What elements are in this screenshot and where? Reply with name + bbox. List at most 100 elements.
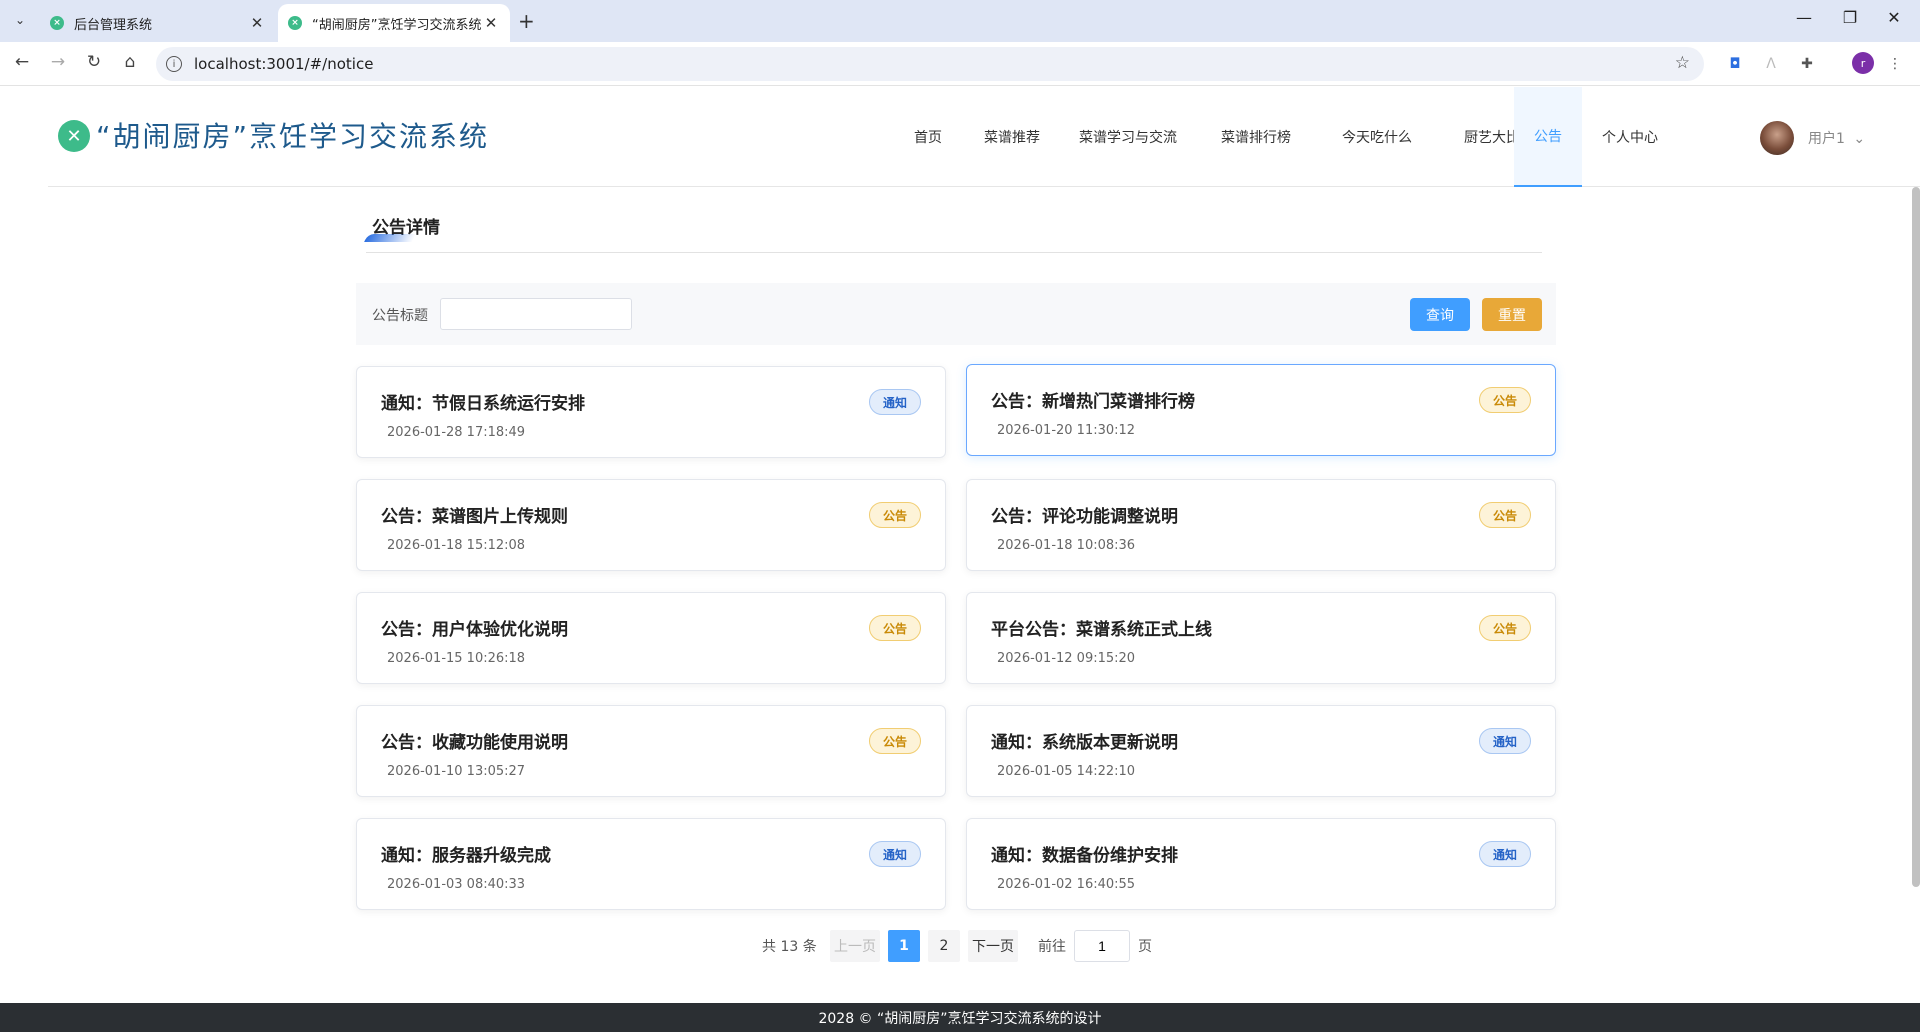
next-page-button[interactable]: 下一页 — [968, 930, 1018, 962]
notice-date: 2026-01-03 08:40:33 — [387, 877, 526, 892]
query-button[interactable]: 查询 — [1410, 298, 1470, 331]
menu-item-recommend[interactable]: 菜谱推荐 — [964, 87, 1060, 187]
notice-title: 公告：新增热门菜谱排行榜 — [991, 392, 1195, 412]
pagination-total: 共 13 条 — [762, 939, 817, 955]
search-label: 公告标题 — [372, 308, 428, 324]
menu-item-today[interactable]: 今天吃什么 — [1316, 87, 1438, 187]
reset-button[interactable]: 重置 — [1482, 298, 1542, 331]
bookmark-star-icon[interactable]: ☆ — [1675, 53, 1690, 73]
notice-date: 2026-01-12 09:15:20 — [997, 651, 1136, 666]
page-suffix: 页 — [1138, 939, 1152, 955]
back-icon[interactable]: ← — [10, 52, 34, 72]
browser-tab-current[interactable]: × “胡闹厨房”烹饪学习交流系统 ✕ — [278, 4, 510, 42]
extensions-puzzle-icon[interactable]: ✚ — [1796, 53, 1818, 75]
menu-item-home[interactable]: 首页 — [896, 87, 960, 187]
browser-tabbar: ⌄ × 后台管理系统 ✕ × “胡闹厨房”烹饪学习交流系统 ✕ + — ❐ ✕ — [0, 0, 1920, 42]
menu-item-ranking[interactable]: 菜谱排行榜 — [1196, 87, 1316, 187]
notice-type-badge: 公告 — [1479, 502, 1531, 528]
notice-date: 2026-01-05 14:22:10 — [997, 764, 1136, 779]
notice-type-badge: 公告 — [869, 615, 921, 641]
notice-type-badge: 公告 — [1479, 387, 1531, 413]
notice-title: 公告：收藏功能使用说明 — [381, 733, 568, 753]
notice-date: 2026-01-02 16:40:55 — [997, 877, 1136, 892]
notice-card[interactable]: 公告：评论功能调整说明 2026-01-18 10:08:36 公告 — [966, 479, 1556, 571]
notice-type-badge: 通知 — [869, 841, 921, 867]
tab-title: “胡闹厨房”烹饪学习交流系统 — [312, 17, 482, 33]
minimize-icon[interactable]: — — [1784, 8, 1824, 27]
notice-type-badge: 公告 — [1479, 615, 1531, 641]
footer: 2028 © “胡闹厨房”烹饪学习交流系统的设计 — [0, 1003, 1920, 1032]
prev-page-button[interactable]: 上一页 — [830, 930, 880, 962]
search-bar: 公告标题 查询 重置 — [356, 283, 1556, 345]
user-avatar[interactable] — [1760, 121, 1794, 155]
notice-card[interactable]: 平台公告：菜谱系统正式上线 2026-01-12 09:15:20 公告 — [966, 592, 1556, 684]
notice-date: 2026-01-18 10:08:36 — [997, 538, 1136, 553]
site-header: ✕ “胡闹厨房”烹饪学习交流系统 首页 菜谱推荐 菜谱学习与交流 菜谱排行榜 今… — [48, 87, 1920, 187]
logo-icon: ✕ — [58, 120, 90, 152]
address-bar[interactable]: i localhost:3001/#/notice ☆ — [156, 47, 1704, 81]
browser-toolbar: ← → ↻ ⌂ i localhost:3001/#/notice ☆ ◘ Λ … — [0, 42, 1920, 86]
url-text: localhost:3001/#/notice — [194, 55, 374, 73]
notice-card[interactable]: 公告：菜谱图片上传规则 2026-01-18 15:12:08 公告 — [356, 479, 946, 571]
menu-item-profile[interactable]: 个人中心 — [1582, 87, 1678, 187]
profile-avatar[interactable]: r — [1852, 52, 1874, 74]
menu-item-learn[interactable]: 菜谱学习与交流 — [1060, 87, 1196, 187]
notice-title: 通知：数据备份维护安排 — [991, 846, 1178, 866]
notice-title: 通知：服务器升级完成 — [381, 846, 551, 866]
notice-title: 平台公告：菜谱系统正式上线 — [991, 620, 1212, 640]
notice-title: 通知：节假日系统运行安排 — [381, 394, 585, 414]
browser-menu-icon[interactable]: ⋮ — [1884, 53, 1906, 75]
home-icon[interactable]: ⌂ — [118, 52, 142, 72]
extension-icon[interactable]: ◘ — [1724, 53, 1746, 75]
notice-card[interactable]: 通知：系统版本更新说明 2026-01-05 14:22:10 通知 — [966, 705, 1556, 797]
tab-close-icon[interactable]: ✕ — [248, 14, 266, 32]
notice-type-badge: 公告 — [869, 502, 921, 528]
new-tab-icon[interactable]: + — [518, 9, 535, 33]
notice-date: 2026-01-20 11:30:12 — [997, 423, 1136, 438]
notice-card[interactable]: 公告：新增热门菜谱排行榜 2026-01-20 11:30:12 公告 — [966, 364, 1556, 456]
notice-title-input[interactable] — [440, 298, 632, 330]
page-1-button[interactable]: 1 — [888, 930, 920, 962]
notice-date: 2026-01-10 13:05:27 — [387, 764, 526, 779]
tab-list-dropdown-icon[interactable]: ⌄ — [8, 8, 32, 32]
goto-page-input[interactable] — [1074, 930, 1130, 962]
site-title: “胡闹厨房”烹饪学习交流系统 — [96, 120, 490, 153]
notice-card[interactable]: 通知：服务器升级完成 2026-01-03 08:40:33 通知 — [356, 818, 946, 910]
title-accent — [364, 234, 416, 242]
site-info-icon[interactable]: i — [166, 56, 182, 72]
close-window-icon[interactable]: ✕ — [1874, 8, 1914, 27]
title-divider — [366, 252, 1542, 253]
page-scrollbar[interactable] — [1912, 187, 1920, 887]
notice-title: 通知：系统版本更新说明 — [991, 733, 1178, 753]
notice-date: 2026-01-18 15:12:08 — [387, 538, 526, 553]
tab-favicon-icon: × — [50, 16, 64, 30]
notice-title: 公告：评论功能调整说明 — [991, 507, 1178, 527]
notice-card[interactable]: 通知：节假日系统运行安排 2026-01-28 17:18:49 通知 — [356, 366, 946, 458]
extension-a-icon[interactable]: Λ — [1760, 53, 1782, 75]
notice-type-badge: 通知 — [1479, 728, 1531, 754]
notice-date: 2026-01-15 10:26:18 — [387, 651, 526, 666]
tab-title: 后台管理系统 — [74, 17, 153, 33]
tab-favicon-icon: × — [288, 16, 302, 30]
user-name: 用户1 — [1808, 131, 1845, 147]
notice-card[interactable]: 公告：收藏功能使用说明 2026-01-10 13:05:27 公告 — [356, 705, 946, 797]
user-dropdown[interactable]: 用户1 ⌄ — [1808, 128, 1865, 148]
tab-close-icon[interactable]: ✕ — [482, 14, 500, 32]
reload-icon[interactable]: ↻ — [82, 52, 106, 72]
goto-label: 前往 — [1038, 939, 1066, 955]
notice-type-badge: 通知 — [1479, 841, 1531, 867]
notice-type-badge: 通知 — [869, 389, 921, 415]
footer-text: 2028 © “胡闹厨房”烹饪学习交流系统的设计 — [818, 1010, 1102, 1027]
notice-title: 公告：菜谱图片上传规则 — [381, 507, 568, 527]
chevron-down-icon: ⌄ — [1853, 131, 1866, 147]
notice-card[interactable]: 公告：用户体验优化说明 2026-01-15 10:26:18 公告 — [356, 592, 946, 684]
notice-title: 公告：用户体验优化说明 — [381, 620, 568, 640]
restore-icon[interactable]: ❐ — [1830, 8, 1870, 27]
notice-date: 2026-01-28 17:18:49 — [387, 425, 526, 440]
page-2-button[interactable]: 2 — [928, 930, 960, 962]
browser-tab-admin[interactable]: × 后台管理系统 ✕ — [40, 4, 276, 42]
notice-card[interactable]: 通知：数据备份维护安排 2026-01-02 16:40:55 通知 — [966, 818, 1556, 910]
forward-icon[interactable]: → — [46, 52, 70, 72]
notice-type-badge: 公告 — [869, 728, 921, 754]
menu-item-notice[interactable]: 公告 — [1514, 87, 1582, 187]
